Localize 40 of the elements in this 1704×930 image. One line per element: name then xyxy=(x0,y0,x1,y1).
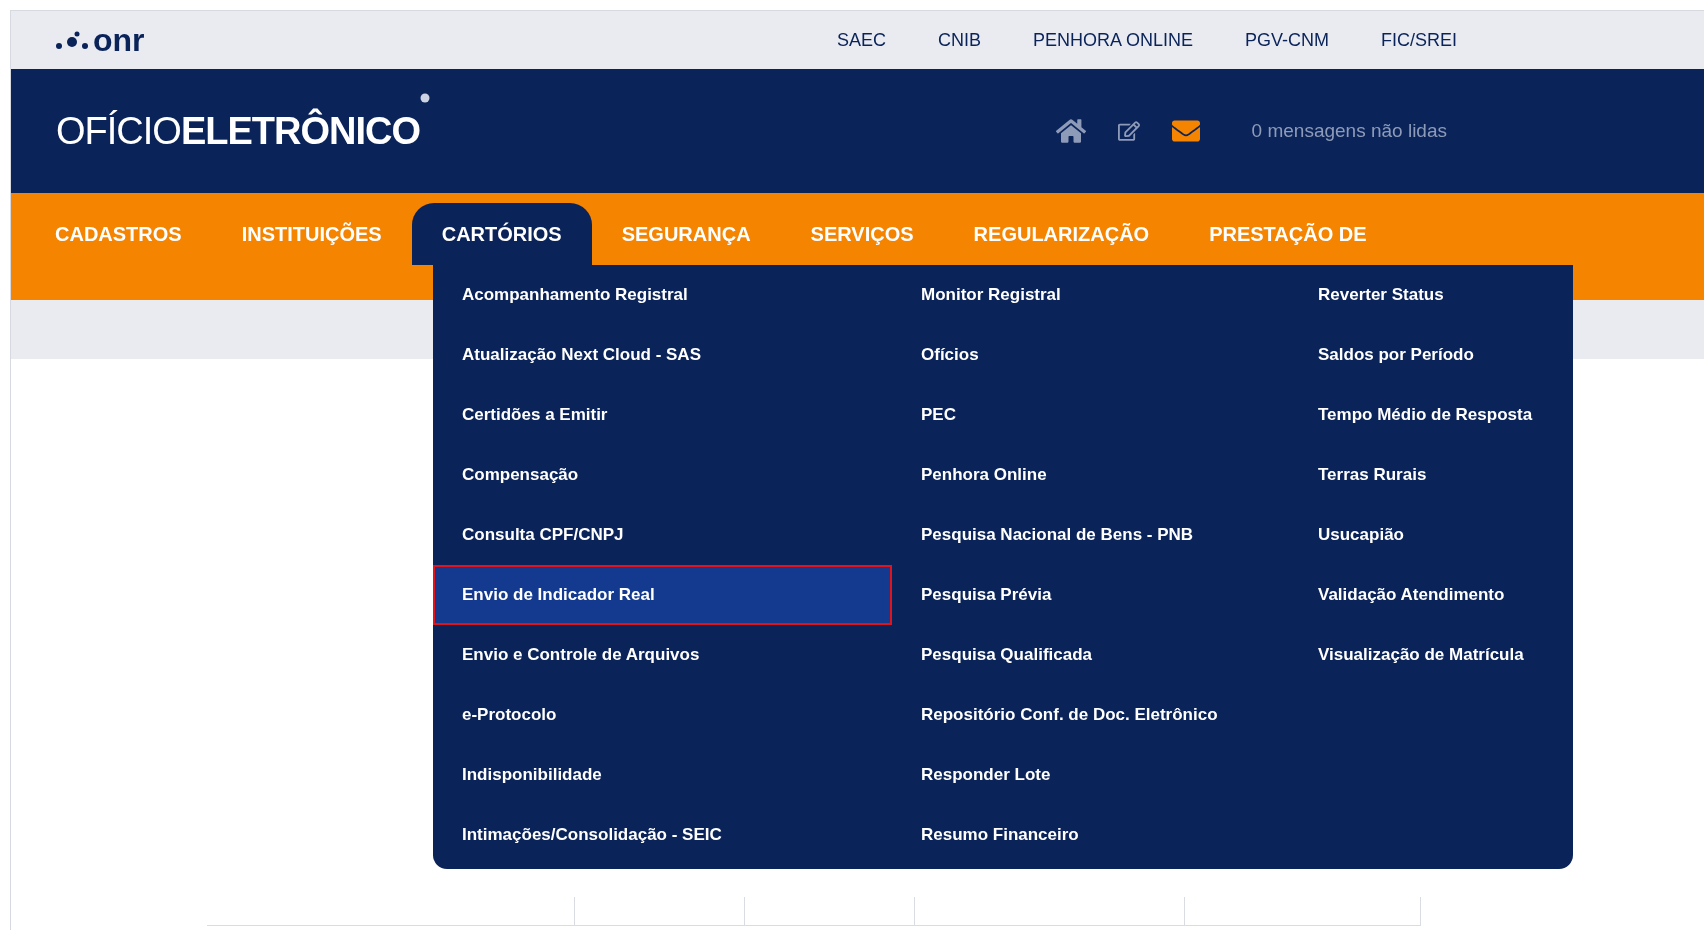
logo-text[interactable]: onr xyxy=(93,24,145,56)
menu-item[interactable]: Certidões a Emitir xyxy=(433,385,892,445)
unread-messages-text: 0 mensagens não lidas xyxy=(1251,120,1447,142)
top-link[interactable]: CNIB xyxy=(937,29,981,51)
menu-item[interactable]: Envio de Indicador Real xyxy=(433,565,892,625)
menu-item[interactable]: Ofícios xyxy=(892,325,1289,385)
menu-item[interactable]: Compensação xyxy=(433,445,892,505)
menu-item[interactable]: Penhora Online xyxy=(892,445,1289,505)
menu-item[interactable]: Pesquisa Prévia xyxy=(892,565,1289,625)
menu-item[interactable]: Responder Lote xyxy=(892,745,1289,805)
top-link[interactable]: FIC/SREI xyxy=(1381,29,1457,51)
site-title: OFÍCIOELETRÔNICO xyxy=(56,109,420,153)
menu-item[interactable]: Saldos por Período xyxy=(1289,325,1573,385)
edit-icon[interactable] xyxy=(1117,120,1140,142)
menu-item[interactable]: Intimações/Consolidação - SEIC xyxy=(433,805,892,865)
logo-dots-icon xyxy=(55,30,89,50)
menu-item[interactable]: Repositório Conf. de Doc. Eletrônico xyxy=(892,685,1289,745)
menu-item[interactable]: Envio e Controle de Arquivos xyxy=(433,625,892,685)
menu-item[interactable]: Consulta CPF/CNPJ xyxy=(433,505,892,565)
menu-item[interactable]: Usucapião xyxy=(1289,505,1573,565)
home-icon[interactable] xyxy=(1055,116,1086,146)
menu-item[interactable]: Pesquisa Qualificada xyxy=(892,625,1289,685)
menu-item[interactable]: Reverter Status xyxy=(1289,265,1573,325)
menu-item[interactable]: Tempo Médio de Resposta xyxy=(1289,385,1573,445)
nav-tab[interactable]: CARTÓRIOS xyxy=(411,203,592,265)
menu-item[interactable]: Monitor Registral xyxy=(892,265,1289,325)
menu-item[interactable]: Acompanhamento Registral xyxy=(433,265,892,325)
menu-item[interactable]: Validação Atendimento xyxy=(1289,565,1573,625)
menu-item[interactable]: Resumo Financeiro xyxy=(892,805,1289,865)
menu-item[interactable]: Atualização Next Cloud - SAS xyxy=(433,325,892,385)
menu-item[interactable]: Indisponibilidade xyxy=(433,745,892,805)
menu-item[interactable]: PEC xyxy=(892,385,1289,445)
top-link[interactable]: SAEC xyxy=(836,29,886,51)
menu-item[interactable]: Pesquisa Nacional de Bens - PNB xyxy=(892,505,1289,565)
menu-item[interactable]: Visualização de Matrícula xyxy=(1289,625,1573,685)
registered-mark-icon xyxy=(420,93,430,103)
menu-item[interactable]: Terras Rurais xyxy=(1289,445,1573,505)
top-link[interactable]: PENHORA ONLINE xyxy=(1032,29,1193,51)
top-link[interactable]: PGV-CNM xyxy=(1244,29,1329,51)
menu-item[interactable]: e-Protocolo xyxy=(433,685,892,745)
